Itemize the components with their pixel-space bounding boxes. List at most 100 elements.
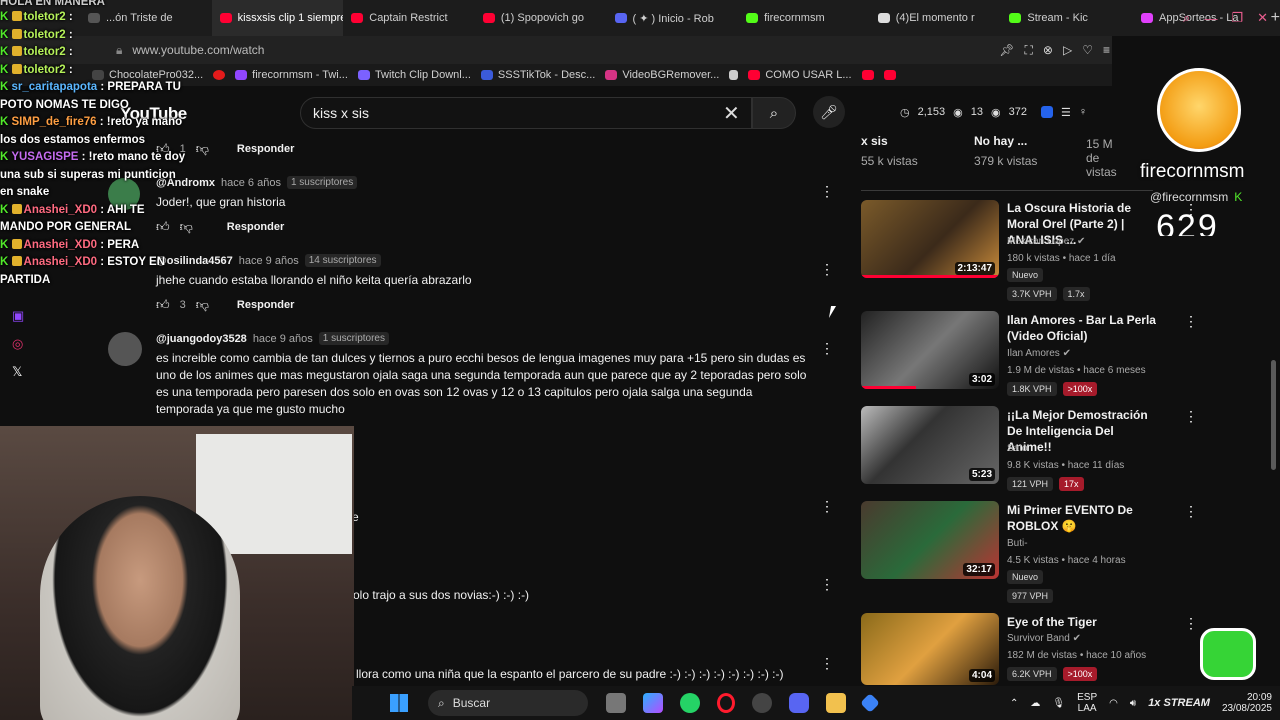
volume-icon[interactable]: 🔊︎ (1130, 698, 1136, 709)
stat-value: 13 (970, 106, 983, 118)
search-input[interactable]: kiss x sis (300, 97, 752, 129)
rec-menu-icon[interactable]: ⋮ (1184, 313, 1198, 330)
bookmark-item[interactable] (883, 70, 896, 80)
badge-icon (11, 46, 22, 56)
language-indicator[interactable]: ESP LAA (1077, 692, 1097, 714)
bookmark-favicon-icon (213, 70, 226, 80)
rec-title[interactable]: No hay ... (974, 133, 1027, 149)
copilot-icon[interactable] (643, 693, 663, 713)
wifi-icon[interactable]: ◠ (1109, 698, 1118, 709)
search-tabs-icon[interactable]: ⌕ (1183, 10, 1190, 26)
bookmark-item[interactable]: SSSTikTok - Desc... (480, 69, 595, 81)
browser-tab[interactable]: Stream - Kic (1001, 0, 1133, 36)
rec-channel[interactable]: Sato (1007, 443, 1028, 454)
rec-title[interactable]: Mi Primer EVENTO De ROBLOX 🤫 (1007, 502, 1159, 534)
bookmark-item[interactable]: VideoBGRemover... (605, 69, 719, 81)
bookmark-item[interactable] (861, 70, 874, 80)
desktop-icon[interactable] (606, 693, 626, 713)
comment-menu-icon[interactable]: ⋮ (820, 655, 834, 672)
browser-tab[interactable]: (1) Spopovich go (475, 0, 607, 36)
bookmark-item[interactable]: Twitch Clip Downl... (357, 69, 471, 81)
bookmark-item[interactable] (213, 70, 226, 80)
video-thumbnail[interactable]: 3:02 (861, 311, 999, 389)
streamer-name: firecornmsm (1140, 161, 1245, 182)
chevron-up-icon[interactable]: ⌃ (1010, 698, 1018, 709)
comment-time[interactable]: hace 9 años (253, 333, 313, 345)
video-thumbnail[interactable]: 32:17 (861, 501, 999, 579)
reply-button[interactable]: Responder (227, 221, 284, 233)
bookmark-item[interactable]: firecornmsm - Twi... (235, 69, 348, 81)
clear-search-icon[interactable]: ✕ (723, 101, 740, 126)
chat-text: : (68, 63, 73, 76)
roblox-favicon-icon (614, 13, 627, 23)
verified-icon: ✔ (1077, 236, 1086, 247)
clock[interactable]: 20:09 23/08/2025 (1222, 692, 1272, 714)
menu-icon[interactable]: ≡ (1103, 43, 1110, 57)
voice-search-button[interactable]: 🎤︎ (813, 96, 845, 128)
dislike-icon[interactable]: 👎︎ (196, 297, 209, 313)
reply-button[interactable]: Responder (237, 299, 294, 311)
browser-tab-active[interactable]: kissxsis clip 1 siempre he (211, 0, 344, 36)
scrollbar[interactable] (1271, 360, 1276, 470)
heart-icon[interactable]: ♡ (1082, 43, 1093, 57)
rec-menu-icon[interactable]: ⋮ (1184, 408, 1198, 425)
file-explorer-icon[interactable] (826, 693, 846, 713)
rec-title[interactable]: Ilan Amores - Bar La Perla (Video Oficia… (1007, 312, 1159, 344)
comment-menu-icon[interactable]: ⋮ (820, 261, 834, 278)
windows-start-icon[interactable] (390, 694, 408, 712)
maximize-icon[interactable]: ❐ (1231, 10, 1243, 26)
like-icon[interactable]: 👍︎ (156, 297, 170, 313)
rec-menu-icon[interactable]: ⋮ (1184, 615, 1198, 632)
comment-author[interactable]: @juangodoy3528 (156, 333, 247, 345)
comment-menu-icon[interactable]: ⋮ (820, 183, 834, 200)
comment-menu-icon[interactable]: ⋮ (820, 340, 834, 357)
video-thumbnail[interactable]: 2:13:47 (861, 200, 999, 278)
browser-tab[interactable]: (4)El momento r (870, 0, 1002, 36)
close-icon[interactable]: ✕ (1257, 10, 1268, 26)
search-button[interactable]: ⌕ (752, 97, 796, 129)
opera-gx-icon[interactable] (752, 693, 772, 713)
rec-title[interactable]: x sis (861, 133, 888, 149)
minimize-icon[interactable]: — (1204, 11, 1217, 26)
opera-icon[interactable] (717, 693, 735, 713)
browser-tab[interactable]: ( ✦ ) Inicio - Rob (607, 0, 739, 36)
bookmark-item[interactable] (729, 70, 739, 80)
discord-icon[interactable] (789, 693, 809, 713)
comment-menu-icon[interactable]: ⋮ (820, 498, 834, 515)
chat-text: : (68, 11, 73, 23)
browser-tab[interactable]: firecornmsm (738, 0, 870, 36)
video-thumbnail[interactable]: 5:23 (861, 406, 999, 484)
taskbar-search[interactable]: ⌕ Buscar (428, 690, 588, 716)
filter-icon[interactable]: ☰ (1061, 106, 1071, 119)
rec-title[interactable]: ¡¡La Mejor Demostración De Inteligencia … (1007, 407, 1159, 455)
rec-channel[interactable]: Mexican Lopez ✔ (1007, 236, 1085, 247)
chat-message: K sr_caritapapota : PREPARA TU POTO NOMA… (0, 79, 190, 114)
comment-time[interactable]: hace 6 años (221, 177, 281, 189)
avatar[interactable] (108, 332, 142, 366)
comment-time[interactable]: hace 9 años (239, 255, 299, 267)
rec-channel[interactable]: Buti- (1007, 538, 1028, 549)
extension-icon[interactable] (1040, 106, 1053, 118)
video-thumbnail[interactable]: 4:04 (861, 613, 999, 685)
microphone-icon[interactable]: 🎙︎ (1052, 698, 1065, 709)
bookmark-item[interactable]: COMO USAR L... (748, 69, 852, 81)
block-icon[interactable]: ⊗ (1043, 43, 1053, 57)
emote-avatar-icon (1157, 68, 1241, 152)
onedrive-icon[interactable]: ☁ (1030, 698, 1040, 709)
rec-menu-icon[interactable]: ⋮ (1184, 503, 1198, 520)
whatsapp-icon[interactable] (680, 693, 700, 713)
reply-button[interactable]: Responder (237, 143, 294, 155)
rec-channel[interactable]: Ilan Amores ✔ (1007, 348, 1071, 359)
app-icon[interactable] (860, 693, 880, 713)
dislike-icon[interactable]: 👎︎ (196, 141, 209, 157)
rec-title[interactable]: Eye of the Tiger (1007, 614, 1159, 630)
screenshot-icon[interactable]: ⛶ (1025, 43, 1033, 58)
comment-menu-icon[interactable]: ⋮ (820, 576, 834, 593)
bulb-icon[interactable]: ♀ (1079, 106, 1087, 118)
pin-icon[interactable]: 📌︎ (999, 43, 1014, 57)
twitch-favicon-icon (235, 70, 248, 80)
play-icon[interactable]: ▷ (1063, 43, 1072, 57)
browser-tab[interactable]: Captain Restrict (343, 0, 475, 36)
multiplier-badge: >100x (1062, 667, 1098, 681)
rec-channel[interactable]: Survivor Band ✔ (1007, 633, 1081, 644)
